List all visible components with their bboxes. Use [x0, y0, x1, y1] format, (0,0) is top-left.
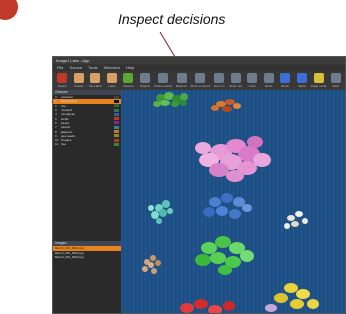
show-contours-icon [195, 73, 206, 83]
toolbar-button-show-contours[interactable]: Show contours [190, 73, 211, 89]
cluster-cyan[interactable] [148, 200, 173, 224]
toolbar-button-label: Edge mode [311, 84, 327, 88]
toolbar-button-mark[interactable]: Mark [328, 73, 343, 89]
class-color-swatch [114, 138, 119, 142]
class-color-swatch [114, 142, 119, 146]
cluster-white[interactable] [284, 211, 308, 229]
title-bar: ImageJ Labs - App [53, 57, 345, 64]
menu-bar: File Source Tools Selection Help [53, 64, 345, 71]
class-name: hue [61, 142, 67, 147]
label-icon [106, 73, 117, 83]
toolbar-button-label: Zoom out [229, 84, 242, 88]
redo-icon [263, 73, 274, 83]
toolbar-button-label: Mark [332, 84, 340, 88]
toolbar-button-detect[interactable]: Detect [55, 73, 70, 89]
model-search-icon [158, 73, 169, 83]
menu-source[interactable]: Source [69, 65, 82, 70]
undo-icon [247, 73, 258, 83]
toolbar-button-label: Re-Label [89, 84, 102, 88]
toolbar-button-label: Label [108, 84, 116, 88]
toolbar-button-label[interactable]: Label [105, 73, 120, 89]
class-color-swatch [114, 125, 119, 129]
toolbar-button-label: Model search [154, 84, 173, 88]
class-color-swatch [114, 95, 119, 99]
toolbar-button-label: Classes [123, 84, 134, 88]
zoom-in-icon [214, 73, 225, 83]
toolbar-button-zoom-out[interactable]: Zoom out [228, 73, 243, 89]
menu-help[interactable]: Help [126, 65, 134, 70]
image-list: Bench_001_0001.jpg Bench_001_0002.jpg Benc… [53, 246, 121, 260]
class-color-swatch [114, 112, 119, 116]
image-list-item[interactable]: Bench_001_0003.jpg [53, 255, 121, 260]
toolbar-button-label: Alpha [298, 84, 306, 88]
cluster-blue[interactable] [203, 193, 252, 219]
window-title: ImageJ Labs - App [56, 58, 90, 63]
toolbar-button-cluster[interactable]: Cluster [72, 73, 87, 89]
class-row[interactable]: 11 hue [53, 142, 121, 146]
toolbar-button-zoom-in[interactable]: Zoom in [212, 73, 227, 89]
toolbar-button-alpha[interactable]: Alpha [295, 73, 310, 89]
toolbar-button-edge-mode[interactable]: Edge mode [311, 73, 326, 89]
segmentation-overlay [142, 92, 319, 314]
mark-icon [330, 73, 341, 83]
toolbar-button-label: Undo [248, 84, 256, 88]
balance-icon [176, 73, 187, 83]
toolbar-button-label: Balance [176, 84, 187, 88]
cluster-icon [73, 73, 84, 83]
toolbar: Detect Cluster Re-Label Label Classes Objects… [53, 71, 345, 92]
toolbar-button-brush[interactable]: Brush [278, 73, 293, 89]
toolbar-button-label: Detect [57, 84, 67, 88]
toolbar-button-objects[interactable]: Objects [138, 73, 153, 89]
cluster-green-large[interactable] [195, 236, 254, 275]
sidebar: Classes 0 unknown 1 background 2 rice 3 mustard… [53, 90, 122, 313]
alpha-icon [296, 73, 307, 83]
re-label-icon [90, 73, 101, 83]
toolbar-button-label: Show contours [190, 84, 211, 88]
toolbar-button-label: Zoom in [213, 84, 225, 88]
class-color-swatch [114, 99, 119, 103]
toolbar-button-label: Cluster [74, 84, 84, 88]
cluster-orange-top[interactable] [211, 99, 241, 112]
app-window: ImageJ Labs - App File Source Tools Sele… [52, 56, 346, 314]
class-color-swatch [114, 134, 119, 138]
toolbar-button-classes[interactable]: Classes [121, 73, 136, 89]
cluster-red[interactable] [180, 299, 235, 314]
toolbar-button-undo[interactable]: Undo [245, 73, 260, 89]
menu-file[interactable]: File [57, 65, 63, 70]
cluster-tan[interactable] [142, 255, 161, 274]
class-color-swatch [114, 108, 119, 112]
toolbar-button-label: Brush [281, 84, 290, 88]
toolbar-button-balance[interactable]: Balance [174, 73, 189, 89]
cluster-green-top[interactable] [153, 92, 188, 107]
cluster-pink-selected[interactable] [195, 136, 271, 182]
toolbar-button-model-search[interactable]: Model search [154, 73, 172, 89]
classes-icon [123, 73, 134, 83]
brush-icon [280, 73, 291, 83]
toolbar-button-label: Objects [139, 84, 151, 88]
class-color-swatch [114, 121, 119, 125]
edge-mode-icon [313, 73, 324, 83]
image-canvas[interactable] [121, 90, 345, 313]
class-color-swatch [114, 130, 119, 134]
detect-icon [57, 73, 68, 83]
class-list: 0 unknown 1 background 2 rice 3 mustard 4 mungbea… [53, 95, 121, 147]
toolbar-button-redo[interactable]: Redo [261, 73, 276, 89]
toolbar-button-re-label[interactable]: Re-Label [88, 73, 103, 89]
objects-icon [140, 73, 150, 83]
menu-selection[interactable]: Selection [103, 65, 119, 70]
toolbar-button-label: Redo [265, 84, 273, 88]
class-color-swatch [114, 117, 119, 121]
cluster-yellow[interactable] [265, 283, 319, 312]
zoom-out-icon [230, 73, 241, 83]
class-color-swatch [114, 104, 119, 108]
menu-tools[interactable]: Tools [88, 65, 97, 70]
images-panel: Images Bench_001_0001.jpg Bench_001_0002.… [53, 241, 121, 260]
